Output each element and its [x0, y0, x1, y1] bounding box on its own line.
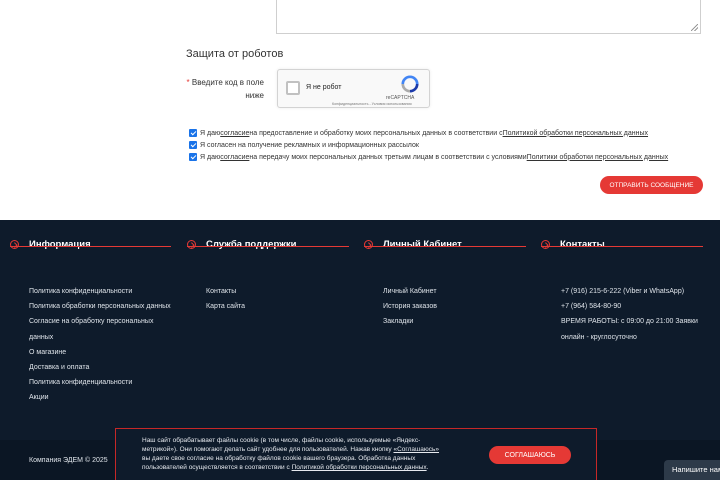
footer-column-title: Служба поддержки — [206, 238, 297, 250]
footer-link[interactable]: О магазине — [29, 345, 171, 360]
captcha-label-text: Введите код в поле ниже — [191, 78, 264, 100]
footer-divider — [541, 246, 703, 247]
cookie-policy-link[interactable]: Политикой обработки персональных данных — [292, 464, 427, 471]
footer-divider — [364, 246, 526, 247]
footer-link[interactable]: История заказов — [383, 299, 437, 314]
footer-column-title: Информация — [29, 238, 91, 250]
footer-column-info: Информация — [10, 238, 91, 250]
consent-text: Я даю — [200, 129, 221, 137]
footer-link[interactable]: данных — [29, 330, 171, 345]
footer-link[interactable]: Политика конфиденциальности — [29, 375, 171, 390]
footer-link[interactable]: Согласие на обработку персональных — [29, 314, 171, 329]
footer-column-title: Контакты — [560, 238, 605, 250]
footer-link[interactable]: Доставка и оплата — [29, 360, 171, 375]
footer-links-info: Политика конфиденциальности Политика обр… — [29, 284, 171, 406]
footer-link[interactable]: Акции — [29, 390, 171, 405]
consent-list: Я даю согласие на предоставление и обраб… — [189, 127, 668, 163]
cookie-banner: Наш сайт обрабатывает файлы cookie (в то… — [115, 428, 597, 480]
footer-link[interactable]: Личный Кабинет — [383, 284, 437, 299]
footer-column-account: Личный Кабинет — [364, 238, 462, 250]
footer-link[interactable]: Политика обработки персональных данных — [29, 299, 171, 314]
footer-links-contacts: +7 (916) 215-6-222 (Viber и WhatsApp) +7… — [561, 284, 698, 345]
consent-checkbox[interactable] — [189, 129, 197, 137]
robot-protection-title: Защита от роботов — [186, 48, 284, 60]
recaptcha-widget: Я не робот reCAPTCHA Конфиденциальность … — [277, 69, 430, 108]
send-message-button[interactable]: ОТПРАВИТЬ СООБЩЕНИЕ — [600, 176, 703, 194]
recaptcha-label: Я не робот — [306, 84, 342, 91]
footer-links-account: Личный Кабинет История заказов Закладки — [383, 284, 437, 330]
footer-divider — [187, 246, 349, 247]
required-mark: * — [186, 78, 190, 87]
copyright: Компания ЭДЕМ © 2025 — [29, 457, 108, 464]
footer-column-title: Личный Кабинет — [383, 238, 462, 250]
consent-checkbox[interactable] — [189, 153, 197, 161]
consent-text: на предоставление и обработку моих персо… — [249, 129, 503, 137]
recaptcha-logo-icon — [401, 75, 419, 93]
consent-personal-data: Я даю согласие на предоставление и обраб… — [189, 127, 668, 139]
consent-newsletter: Я согласен на получение рекламных и инфо… — [189, 139, 668, 151]
cookie-text-line: пользователей осуществляется в соответст… — [142, 464, 292, 471]
working-hours: онлайн - круглосуточно — [561, 333, 637, 341]
privacy-policy-link[interactable]: Политикой обработки персональных данных — [503, 130, 648, 137]
contact-phone-2[interactable]: +7 (964) 584-80-90 — [561, 299, 698, 314]
footer-link[interactable]: Закладки — [383, 314, 437, 329]
footer-column-contacts: Контакты — [541, 238, 605, 250]
footer-divider — [10, 246, 171, 247]
chevron-circle-icon — [187, 239, 196, 249]
footer-column-support: Служба поддержки — [187, 238, 296, 250]
consent-checkbox[interactable] — [189, 141, 197, 149]
cookie-text-line: метрикой»). Они помогают делать сайт удо… — [142, 446, 394, 453]
footer-link[interactable]: Карта сайта — [206, 299, 245, 314]
cookie-text-line: . — [426, 464, 429, 471]
cookie-agree-button[interactable]: СОГЛАШАЮСЬ — [489, 446, 571, 464]
cookie-text: Наш сайт обрабатывает файлы cookie (в то… — [142, 436, 474, 472]
consent-text: Я согласен на получение рекламных и инфо… — [200, 141, 419, 149]
chevron-circle-icon — [541, 239, 550, 249]
footer-link[interactable]: Контакты — [206, 284, 245, 299]
site-footer: Информация Политика конфиденциальности П… — [0, 220, 720, 440]
recaptcha-brand: reCAPTCHA — [386, 95, 415, 101]
consent-text: на передачу моих персональных данных тре… — [249, 153, 527, 161]
footer-links-support: Контакты Карта сайта — [206, 284, 245, 314]
footer-link[interactable]: Политика конфиденциальности — [29, 284, 171, 299]
chevron-circle-icon — [364, 239, 373, 249]
consent-third-party: Я даю согласие на передачу моих персонал… — [189, 151, 668, 163]
privacy-policy-link[interactable]: Политики обработки персональных данных — [527, 154, 668, 161]
chat-widget-tab[interactable]: Напишите нам — [664, 460, 720, 480]
consent-text: Я даю — [200, 153, 221, 161]
consent-link[interactable]: согласие — [220, 130, 249, 137]
cookie-text-line: вы даете свое согласие на обработку файл… — [142, 455, 416, 462]
working-hours: ВРЕМЯ РАБОТЫ: с 09:00 до 21:00 Заявки — [561, 318, 698, 326]
cookie-agree-link[interactable]: «Соглашаюсь» — [393, 446, 439, 453]
consent-link[interactable]: согласие — [220, 154, 249, 161]
feedback-form: Защита от роботов * Введите код в поле н… — [0, 0, 720, 220]
captcha-label: * Введите код в поле ниже — [186, 76, 264, 102]
message-textarea[interactable] — [276, 0, 701, 34]
recaptcha-checkbox[interactable] — [286, 81, 300, 95]
resize-grip-icon[interactable] — [691, 24, 698, 31]
recaptcha-terms[interactable]: Конфиденциальность - Условия использован… — [332, 102, 412, 106]
contact-phone-1[interactable]: +7 (916) 215-6-222 (Viber и WhatsApp) — [561, 284, 698, 299]
chevron-circle-icon — [10, 239, 19, 249]
cookie-text-line: Наш сайт обрабатывает файлы cookie (в то… — [142, 437, 421, 444]
